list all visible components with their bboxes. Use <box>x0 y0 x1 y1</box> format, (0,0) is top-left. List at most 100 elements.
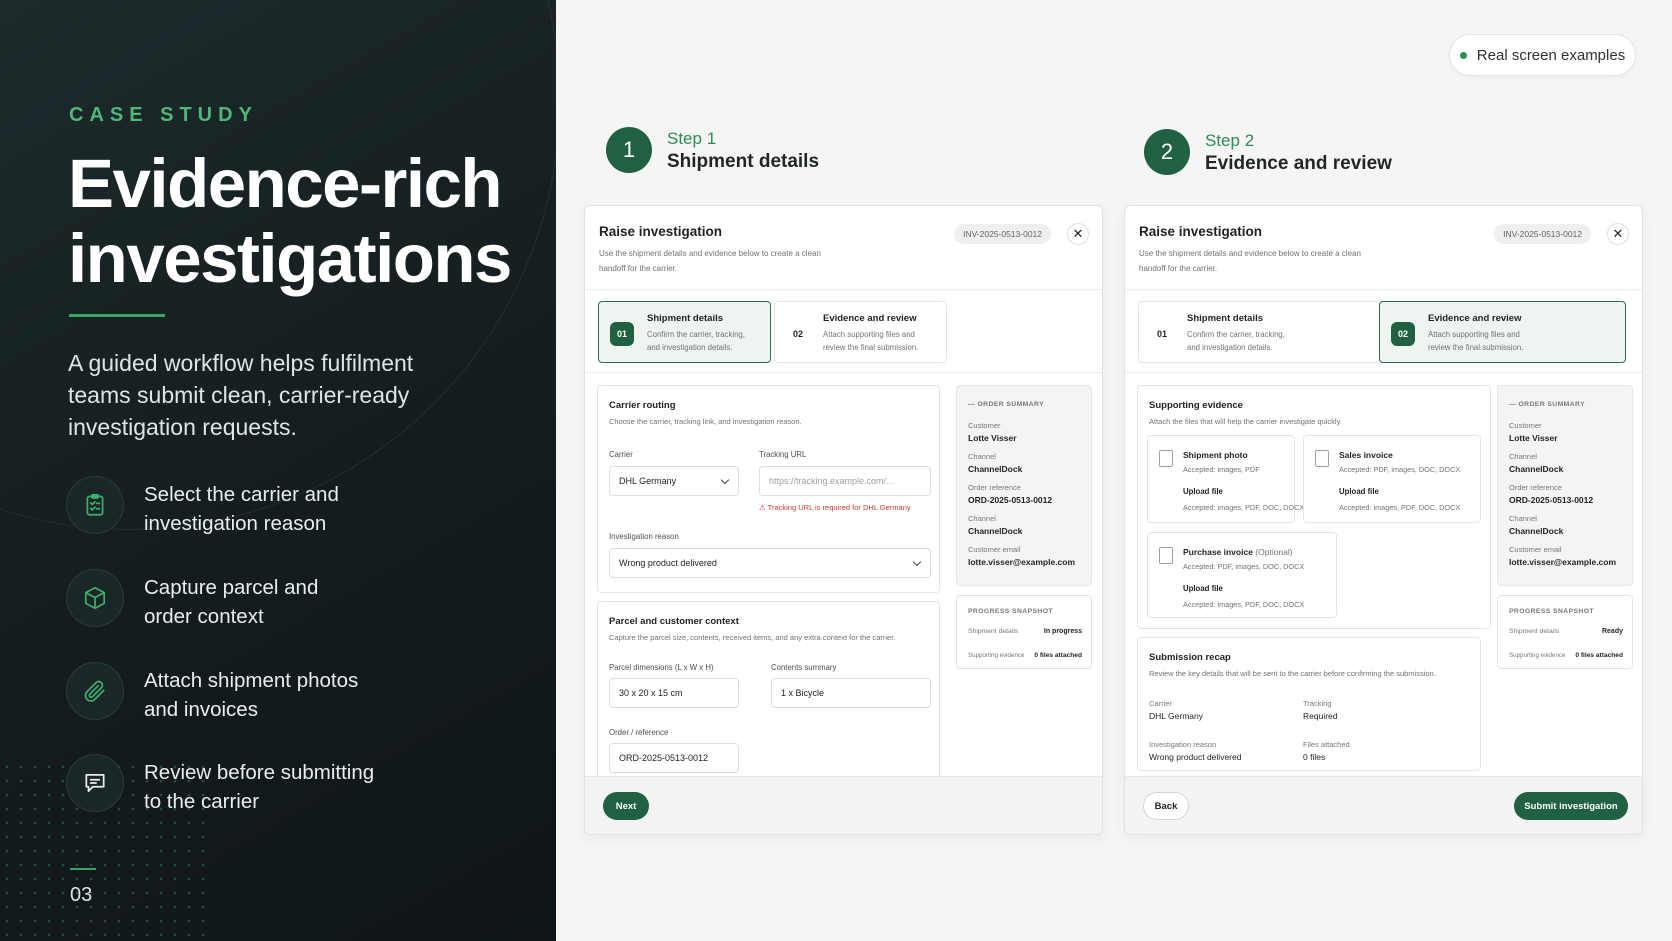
carrier-routing-panel: Carrier routing Choose the carrier, trac… <box>597 385 940 593</box>
tab-desc: Attach supporting files and review the fi… <box>1428 328 1548 354</box>
tab-desc-line: and investigation details. <box>1187 343 1273 352</box>
tab-desc-line: Attach supporting files and <box>1428 330 1520 339</box>
hero-title-line1: Evidence-rich <box>68 145 503 222</box>
summary-value: ChannelDock <box>1509 464 1564 474</box>
snapshot-row-value: In progress <box>1043 628 1082 635</box>
dims-label: Parcel dimensions (L x W x H) <box>609 663 714 672</box>
upload-file-link[interactable]: Upload file <box>1183 584 1223 593</box>
supporting-evidence-panel: Supporting evidence Attach the files tha… <box>1137 385 1491 629</box>
recap-key: Investigation reason <box>1149 740 1217 749</box>
summary-key: Order reference <box>968 483 1021 492</box>
carrier-select[interactable]: DHL Germany <box>609 466 739 496</box>
feature-line: Select the carrier and <box>144 483 339 506</box>
summary-value: ChannelDock <box>968 464 1023 474</box>
modal-body: Supporting evidence Attach the files tha… <box>1125 372 1642 776</box>
lead-text: A guided workflow helps fulfilment teams… <box>68 350 414 440</box>
contents-input[interactable]: 1 x Bicycle <box>771 678 931 708</box>
reference-badge: INV-2025-0513-0012 <box>1494 224 1591 244</box>
carrier-value: DHL Germany <box>619 476 677 486</box>
recap-value: Wrong product delivered <box>1149 752 1242 762</box>
feature-line: investigation reason <box>144 512 327 535</box>
tab-number: 02 <box>1391 322 1415 346</box>
modal-footer: Next <box>585 776 1102 834</box>
summary-value: lotte.visser@example.com <box>1509 557 1617 567</box>
summary-value: ORD-2025-0513-0012 <box>1509 495 1594 505</box>
status-dot <box>1459 51 1467 59</box>
close-icon[interactable]: ✕ <box>1607 223 1629 245</box>
submit-investigation-button[interactable]: Submit investigation <box>1514 792 1628 820</box>
summary-key: Customer <box>1509 421 1542 430</box>
snapshot-row-value: 0 files attached <box>1034 652 1082 659</box>
evidence-item-purchase-invoice[interactable]: Purchase invoice (Optional) Accepted: PD… <box>1147 532 1337 618</box>
modal-body: Carrier routing Choose the carrier, trac… <box>585 372 1102 791</box>
tab-evidence-review[interactable]: 02 Evidence and review Attach supporting… <box>1379 301 1626 363</box>
dims-input[interactable]: 30 x 20 x 15 cm <box>609 678 739 708</box>
feature-line: Capture parcel and <box>144 576 319 599</box>
order-summary-heading-text: ORDER SUMMARY <box>1518 401 1585 408</box>
document-icon <box>1315 450 1329 467</box>
tab-desc-line: and investigation details. <box>647 343 733 352</box>
snapshot-row-label: Shipment details <box>1509 628 1560 635</box>
recap-value: 0 files <box>1303 752 1326 762</box>
tab-evidence-review[interactable]: 02 Evidence and review Attach supporting… <box>774 301 947 363</box>
evidence-accepted-formats: Accepted: images, PDF, DOC, DOCX <box>1339 503 1461 512</box>
reason-value: Wrong product delivered <box>619 558 717 568</box>
tab-title: Evidence and review <box>823 313 917 324</box>
subtitle-line: Use the shipment details and evidence be… <box>1139 249 1361 258</box>
tab-desc-line: review the final submission. <box>823 343 919 352</box>
tab-desc-line: review the final submission. <box>1428 343 1524 352</box>
reason-select[interactable]: Wrong product delivered <box>609 548 931 578</box>
snapshot-row-label: Supporting evidence <box>1509 652 1566 659</box>
feature-item: Attach shipment photos and invoices <box>66 662 486 724</box>
summary-key: Customer email <box>1509 545 1562 554</box>
close-icon[interactable]: ✕ <box>1067 223 1089 245</box>
panel-desc: Choose the carrier, tracking link, and i… <box>609 417 802 426</box>
feature-line: to the carrier <box>144 790 260 813</box>
step-header-2: 2 Step 2 Evidence and review <box>1144 129 1444 181</box>
evidence-title: Sales invoice <box>1339 450 1393 460</box>
step-title: Shipment details <box>667 151 820 172</box>
tab-title: Shipment details <box>647 313 724 324</box>
tab-desc: Confirm the carrier, tracking, and invest… <box>647 328 767 354</box>
tracking-url-input[interactable]: https://tracking.example.com/... <box>759 466 931 496</box>
upload-file-link[interactable]: Upload file <box>1339 487 1379 496</box>
evidence-item-shipment-photo[interactable]: Shipment photo Accepted: images, PDF Upl… <box>1147 435 1304 523</box>
recap-key: Files attached <box>1303 740 1350 749</box>
message-icon <box>66 754 124 812</box>
next-button[interactable]: Next <box>603 792 649 820</box>
recap-key: Tracking <box>1303 699 1332 708</box>
summary-key: Order reference <box>1509 483 1562 492</box>
carrier-label: Carrier <box>609 450 633 459</box>
evidence-accepted: Accepted: images, PDF <box>1183 465 1260 474</box>
tab-desc-line: Confirm the carrier, tracking, <box>1187 330 1285 339</box>
summary-value: lotte.visser@example.com <box>968 557 1076 567</box>
tab-desc-line: Confirm the carrier, tracking, <box>647 330 745 339</box>
feature-item: Review before submitting to the carrier <box>66 754 486 816</box>
tab-title: Evidence and review <box>1428 313 1522 324</box>
evidence-title: Purchase invoice (Optional) <box>1183 547 1293 557</box>
contents-label: Contents summary <box>771 663 837 672</box>
parcel-context-panel: Parcel and customer context Capture the … <box>597 601 940 791</box>
tab-shipment-details[interactable]: 01 Shipment details Confirm the carrier,… <box>598 301 771 363</box>
real-screens-badge: Real screen examples <box>1449 34 1636 76</box>
upload-file-link[interactable]: Upload file <box>1183 487 1223 496</box>
evidence-accepted-formats: Accepted: images, PDF, DOC, DOCX <box>1183 600 1305 609</box>
feature-text: Review before submitting to the carrier <box>144 758 404 816</box>
evidence-item-sales-invoice[interactable]: Sales invoice Accepted: PDF, images, DOC… <box>1303 435 1481 523</box>
summary-key: Channel <box>968 514 996 523</box>
step-header-1: 1 Step 1 Shipment details <box>606 127 906 179</box>
step-number: 1 <box>606 127 652 173</box>
modal-header: Raise investigation Use the shipment det… <box>585 206 1102 290</box>
feature-item: Capture parcel and order context <box>66 569 486 631</box>
evidence-title-text: Purchase invoice <box>1183 547 1253 557</box>
order-input[interactable]: ORD-2025-0513-0012 <box>609 743 739 773</box>
eyebrow: CASE STUDY <box>69 104 258 126</box>
summary-key: Customer <box>968 421 1001 430</box>
order-summary-heading: — ORDER SUMMARY <box>968 401 1044 408</box>
submission-recap-panel: Submission recap Review the key details … <box>1137 637 1481 771</box>
back-button[interactable]: Back <box>1143 792 1189 820</box>
tab-title: Shipment details <box>1187 313 1264 324</box>
tab-shipment-details[interactable]: 01 Shipment details Confirm the carrier,… <box>1138 301 1385 363</box>
snapshot-row-label: Shipment details <box>968 628 1019 635</box>
step-label: Step 2 <box>1205 131 1255 150</box>
